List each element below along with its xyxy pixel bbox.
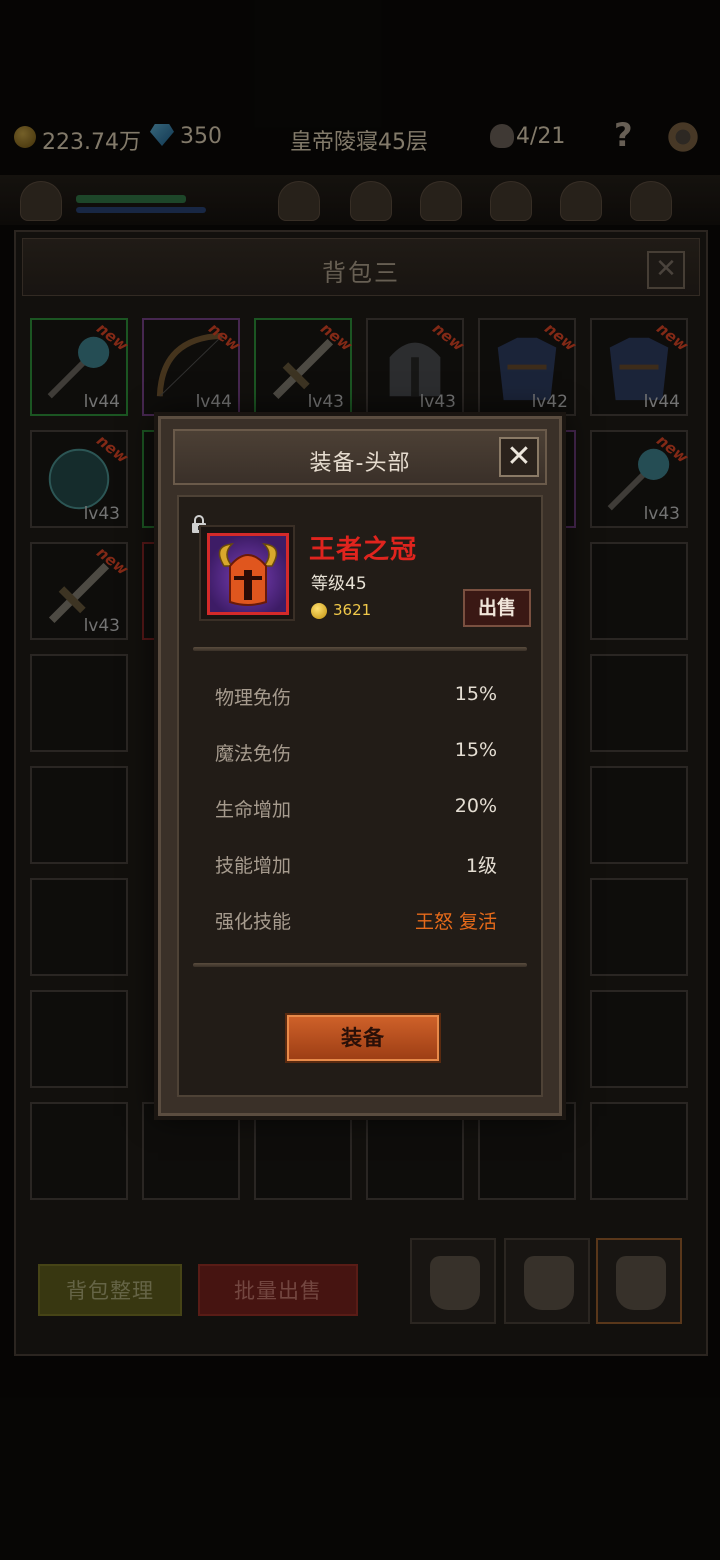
dialog-body: 王者之冠 等级45 3621 出售 物理免伤 15% 魔法免伤 15% 生命增加… — [177, 495, 543, 1097]
stat-value: 15% — [454, 683, 497, 705]
divider — [193, 963, 527, 967]
dialog-title: 装备-头部 — [309, 451, 411, 476]
dialog-close-button[interactable]: ✕ — [499, 437, 539, 477]
stat-label: 技能增加 — [215, 855, 292, 877]
stat-value: 1级 — [465, 855, 497, 877]
equipment-detail-dialog: 装备-头部 ✕ 王者之冠 等级45 3621 出售 物理免伤 15% 魔法免伤 … — [158, 416, 562, 1116]
horned-helmet-icon — [218, 543, 278, 606]
stat-row: 生命增加 20% — [215, 795, 497, 823]
dialog-header: 装备-头部 ✕ — [173, 429, 547, 485]
item-icon-frame — [199, 525, 295, 621]
stat-row: 魔法免伤 15% — [215, 739, 497, 767]
stat-value: 15% — [454, 739, 497, 761]
stat-label: 魔法免伤 — [215, 743, 292, 765]
equip-button[interactable]: 装备 — [285, 1013, 441, 1063]
item-portrait — [207, 533, 289, 615]
stat-label: 物理免伤 — [215, 687, 292, 709]
sell-button[interactable]: 出售 — [463, 589, 531, 627]
stat-row: 物理免伤 15% — [215, 683, 497, 711]
stat-row: 技能增加 1级 — [215, 851, 497, 879]
item-level: 等级45 — [311, 574, 367, 594]
item-name: 王者之冠 — [309, 535, 418, 565]
stat-label: 强化技能 — [215, 911, 292, 933]
stat-label: 生命增加 — [215, 799, 292, 821]
stat-value: 20% — [454, 795, 497, 817]
gold-coin-icon — [311, 603, 327, 619]
divider — [193, 647, 527, 651]
item-price: 3621 — [333, 601, 372, 619]
stat-row: 强化技能 王怒 复活 — [215, 907, 497, 935]
enhanced-skill-value: 王怒 复活 — [414, 911, 497, 933]
